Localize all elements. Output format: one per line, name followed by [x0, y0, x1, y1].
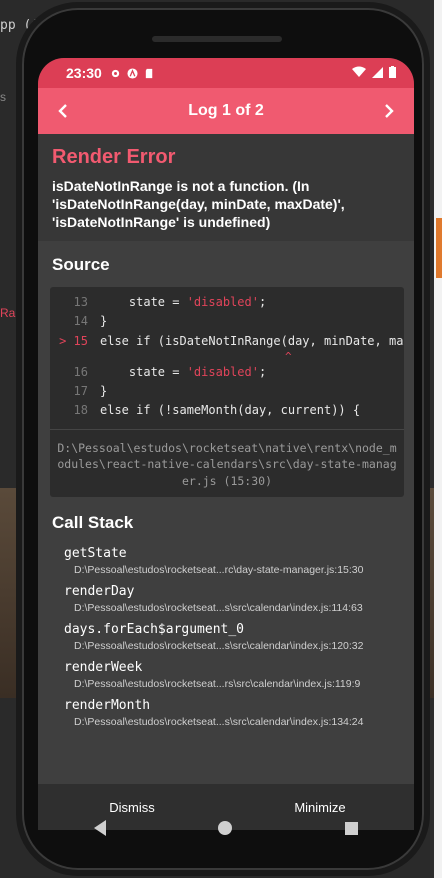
background-editor-text-2: s	[0, 90, 6, 104]
code-line: 16 state = 'disabled';	[73, 364, 267, 379]
stack-frame[interactable]: days.forEach$argument_0 D:\Pessoal\estud…	[38, 621, 414, 659]
phone-speaker	[152, 36, 282, 42]
recent-apps-icon[interactable]	[344, 821, 358, 835]
log-title: Log 1 of 2	[188, 102, 264, 119]
chevron-right-icon	[385, 104, 394, 118]
source-heading: Source	[52, 255, 110, 274]
error-message: isDateNotInRange is not a function. (In …	[52, 178, 345, 230]
phone-frame: 23:30 Log 1 of 2 Render Error isDateNotI…	[22, 8, 424, 870]
cell-signal-icon	[372, 66, 383, 78]
home-icon[interactable]	[218, 821, 233, 835]
battery-icon	[389, 66, 396, 78]
error-caret: ^	[285, 349, 292, 363]
stack-frame-name: renderDay	[64, 584, 135, 600]
call-stack-heading: Call Stack	[52, 513, 134, 533]
stack-frame-location: D:\Pessoal\estudos\rocketseat...s\src\ca…	[74, 602, 363, 615]
status-time: 23:30	[66, 65, 102, 81]
back-icon[interactable]	[94, 820, 107, 836]
chevron-left-icon	[58, 104, 67, 118]
call-stack-list: getState D:\Pessoal\estudos\rocketseat..…	[38, 545, 414, 735]
code-frame: 13 state = 'disabled'; 14} > 15 else if (…	[50, 287, 404, 498]
code-line: 18 else if (!sameMonth(day, current)) {	[73, 403, 361, 418]
stack-frame[interactable]: renderWeek D:\Pessoal\estudos\rocketseat…	[38, 659, 414, 697]
background-scrollbar	[436, 218, 442, 278]
status-bar: 23:30	[38, 58, 414, 88]
code-line: 17}	[73, 384, 108, 399]
stack-frame[interactable]: renderDay D:\Pessoal\estudos\rocketseat.…	[38, 583, 414, 621]
android-nav-bar	[38, 808, 414, 848]
error-section: Render Error isDateNotInRange is not a f…	[38, 134, 414, 241]
background-right-panel	[434, 0, 442, 878]
settings-icon	[111, 69, 119, 77]
stack-frame[interactable]: getState D:\Pessoal\estudos\rocketseat..…	[38, 545, 414, 583]
error-title: Render Error	[52, 146, 176, 168]
stack-frame-name: getState	[64, 546, 127, 562]
a-badge-icon	[127, 67, 138, 79]
sd-card-icon	[145, 68, 153, 78]
wifi-icon	[352, 66, 366, 77]
next-log-button[interactable]	[364, 88, 414, 134]
stack-frame-name: days.forEach$argument_0	[64, 622, 245, 638]
background-red-text-left: Ran	[0, 306, 23, 320]
stack-frame-location: D:\Pessoal\estudos\rocketseat...rc\day-s…	[74, 564, 364, 577]
previous-log-button[interactable]	[38, 88, 88, 134]
code-line: 13 state = 'disabled';	[73, 295, 267, 309]
code-line: 14}	[73, 314, 108, 329]
stack-frame-name: renderWeek	[64, 660, 143, 676]
code-line-error: > 15 else if (isDateNotInRange(day, minDa…	[59, 333, 404, 348]
stack-frame-location: D:\Pessoal\estudos\rocketseat...s\src\ca…	[74, 716, 364, 729]
stack-frame-location: D:\Pessoal\estudos\rocketseat...s\src\ca…	[74, 640, 364, 653]
stack-frame-name: renderMonth	[64, 698, 151, 714]
log-body[interactable]: Source 13 state = 'disabled'; 14} > 15 el…	[38, 241, 414, 830]
source-file-path[interactable]: D:\Pessoal\estudos\rocketseat\native\ren…	[50, 428, 404, 498]
stack-frame[interactable]: renderMonth D:\Pessoal\estudos\rocketsea…	[38, 697, 414, 735]
phone-screen: 23:30 Log 1 of 2 Render Error isDateNotI…	[38, 58, 414, 830]
log-header: Log 1 of 2	[38, 88, 414, 134]
stack-frame-location: D:\Pessoal\estudos\rocketseat...rs\src\c…	[74, 678, 361, 691]
